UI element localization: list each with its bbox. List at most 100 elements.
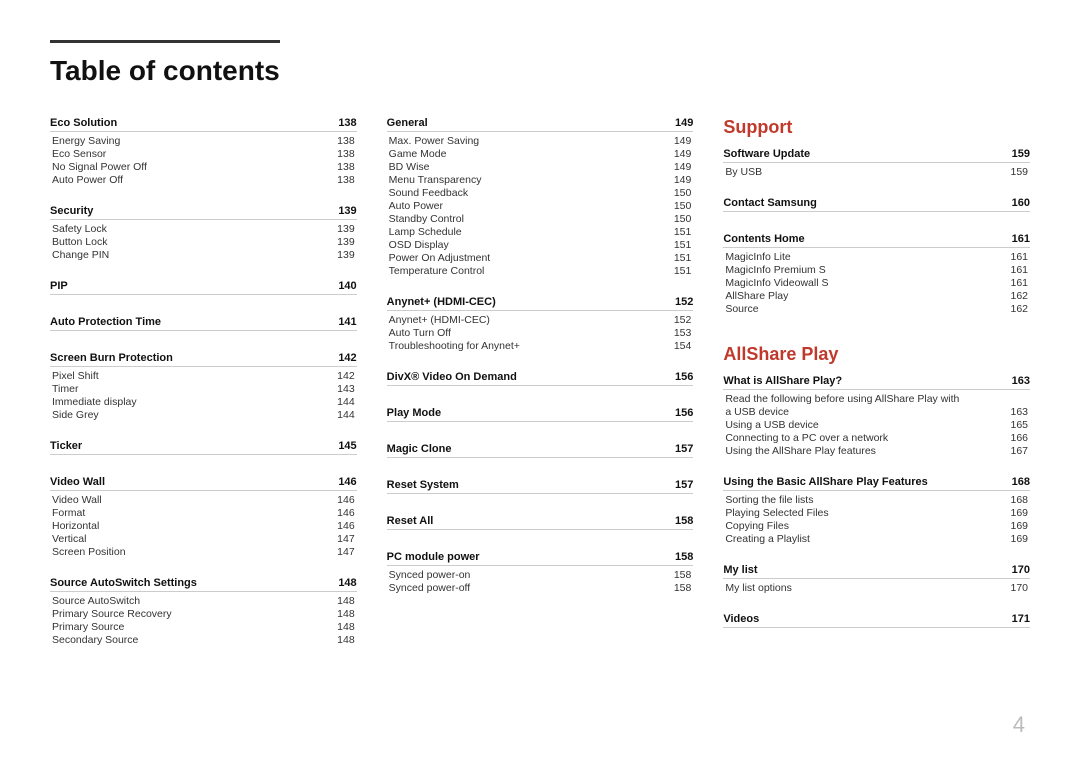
toc-item-page: 149 [674,161,692,173]
toc-header-page: 139 [338,205,356,217]
toc-item-page: 170 [1010,582,1028,594]
toc-item-label: Auto Turn Off [389,327,451,339]
toc-header-row: Contents Home161 [723,233,1030,248]
toc-header-label: Ticker [50,440,82,452]
toc-item-row: Anynet+ (HDMI-CEC)152 [387,314,694,326]
toc-header-page: 138 [338,117,356,129]
toc-item-label: Synced power-on [389,569,471,581]
toc-header-label: DivX® Video On Demand [387,371,517,383]
toc-item-page: 169 [1010,507,1028,519]
toc-item-page: 151 [674,239,692,251]
toc-header-page: 141 [338,316,356,328]
toc-header-label: Security [50,205,93,217]
toc-item-label: AllShare Play [725,290,788,302]
toc-section: Play Mode156 [387,407,694,433]
toc-header-page: 152 [675,296,693,308]
toc-header-page: 159 [1012,148,1030,160]
toc-item-label: Screen Position [52,546,126,558]
toc-item-page: 154 [674,340,692,352]
toc-item-row: Button Lock139 [50,236,357,248]
toc-item-row: Safety Lock139 [50,223,357,235]
toc-item-row: Auto Power150 [387,200,694,212]
toc-item-row: Max. Power Saving149 [387,135,694,147]
toc-item-page: 139 [337,223,355,235]
toc-item-label: Troubleshooting for Anynet+ [389,340,520,352]
support-title: Support [723,117,1030,138]
toc-item-label: Eco Sensor [52,148,106,160]
toc-item-row: AllShare Play162 [723,290,1030,302]
toc-section: Reset System157 [387,479,694,505]
toc-item-row: Sorting the file lists168 [723,494,1030,506]
toc-item-page: 139 [337,236,355,248]
toc-header-label: Auto Protection Time [50,316,161,328]
toc-item-page: 143 [337,383,355,395]
toc-item-row: Format146 [50,507,357,519]
toc-item-label: Video Wall [52,494,102,506]
toc-item-page: 161 [1010,264,1028,276]
toc-header-page: 149 [675,117,693,129]
toc-section: My list 170My list options 170 [723,564,1030,603]
toc-item-label: MagicInfo Lite [725,251,790,263]
toc-header-row: What is AllShare Play?163 [723,375,1030,390]
toc-item-label: Immediate display [52,396,137,408]
toc-item-page: 151 [674,252,692,264]
toc-item-label: Power On Adjustment [389,252,491,264]
toc-section: Screen Burn Protection142Pixel Shift142T… [50,352,357,430]
toc-section: What is AllShare Play?163Read the follow… [723,375,1030,466]
toc-item-label: Source [725,303,758,315]
toc-header-page: 163 [1012,375,1030,387]
toc-header-page: 157 [675,479,693,491]
toc-item-row: MagicInfo Lite161 [723,251,1030,263]
column-3: SupportSoftware Update159By USB159Contac… [723,117,1030,665]
toc-header-page: 161 [1012,233,1030,245]
toc-item-label: Auto Power [389,200,443,212]
toc-item-page: 165 [1010,419,1028,431]
toc-item-row: Lamp Schedule151 [387,226,694,238]
toc-item-row: No Signal Power Off138 [50,161,357,173]
toc-header-row: Videos171 [723,613,1030,628]
toc-item-page: 138 [337,148,355,160]
toc-item-label: Standby Control [389,213,464,225]
toc-header-row: Anynet+ (HDMI-CEC)152 [387,296,694,311]
toc-item-label: My list options [725,582,792,594]
toc-header-page: 157 [675,443,693,455]
toc-item-row: BD Wise149 [387,161,694,173]
page-title: Table of contents [50,40,280,87]
toc-item-label: Energy Saving [52,135,120,147]
toc-item-label: Playing Selected Files [725,507,828,519]
toc-item-page: 159 [1010,166,1028,178]
toc-item-page: 139 [337,249,355,261]
toc-item-row: Synced power-off158 [387,582,694,594]
page-number: 4 [1013,712,1025,738]
toc-item-row: Auto Power Off138 [50,174,357,186]
toc-section: Ticker145 [50,440,357,466]
toc-item-label: Max. Power Saving [389,135,479,147]
toc-item-label: Timer [52,383,78,395]
toc-header-row: Using the Basic AllShare Play Features16… [723,476,1030,491]
toc-header-label: Screen Burn Protection [50,352,173,364]
toc-header-page: 156 [675,371,693,383]
toc-item-label: Horizontal [52,520,99,532]
toc-item-row: OSD Display151 [387,239,694,251]
toc-item-row: Pixel Shift142 [50,370,357,382]
toc-item-label: By USB [725,166,762,178]
toc-item-label: Synced power-off [389,582,471,594]
toc-header-label: My list [723,564,757,576]
toc-item-row: Using the AllShare Play features167 [723,445,1030,457]
toc-item-row: Using a USB device165 [723,419,1030,431]
toc-header-label: Software Update [723,148,810,160]
toc-header-page: 140 [338,280,356,292]
column-1: Eco Solution138Energy Saving138Eco Senso… [50,117,387,665]
toc-item-page: 162 [1010,303,1028,315]
toc-header-row: Security 139 [50,205,357,220]
toc-header-row: Play Mode156 [387,407,694,422]
toc-item-page: 152 [674,314,692,326]
toc-item-page: 167 [1010,445,1028,457]
toc-header-row: DivX® Video On Demand 156 [387,371,694,386]
toc-header-row: Source AutoSwitch Settings148 [50,577,357,592]
toc-item-row: Standby Control150 [387,213,694,225]
allshare-title: AllShare Play [723,344,1030,365]
toc-section: Auto Protection Time 141 [50,316,357,342]
toc-item-row: My list options 170 [723,582,1030,594]
toc-item-row: Playing Selected Files 169 [723,507,1030,519]
